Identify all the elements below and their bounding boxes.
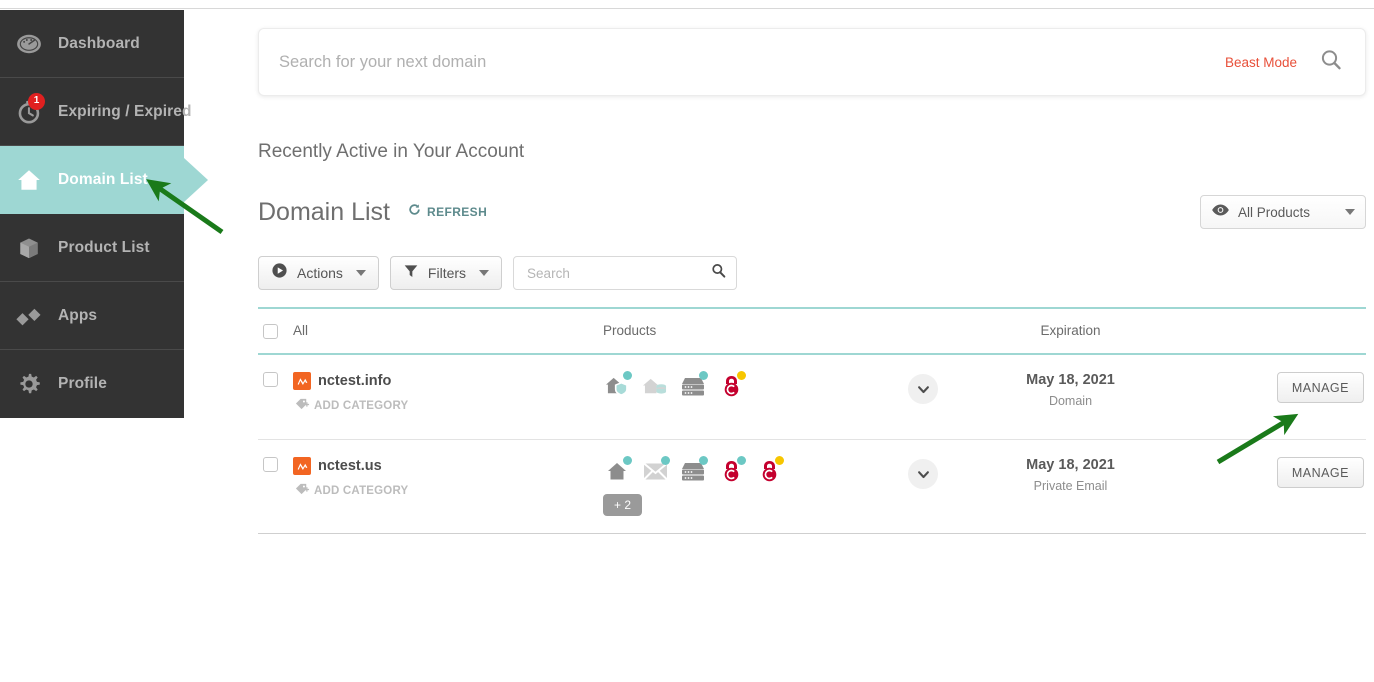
search-icon[interactable]: [1319, 48, 1343, 77]
sidebar-item-apps[interactable]: Apps: [0, 282, 184, 350]
sidebar: Dashboard 1 Expiring / Expired Domain Li…: [0, 10, 191, 418]
sidebar-item-label: Domain List: [58, 170, 148, 188]
filters-button[interactable]: Filters: [389, 256, 503, 290]
email-envelope-icon[interactable]: [641, 456, 670, 484]
row-checkbox[interactable]: [263, 372, 278, 387]
domain-house-icon[interactable]: [603, 456, 632, 484]
header-products: Products: [603, 323, 657, 338]
table-row: nctest.info ADD CATEGORY May 18, 2021 Do…: [258, 355, 1366, 440]
chevron-down-icon: [355, 270, 366, 276]
stopwatch-icon: 1: [14, 92, 45, 127]
row-checkbox[interactable]: [263, 457, 278, 472]
table-search-input[interactable]: [525, 264, 712, 282]
sidebar-item-label: Dashboard: [58, 34, 140, 52]
expiration-type: Domain: [1048, 394, 1093, 408]
domain-search-input[interactable]: [277, 51, 1225, 73]
main-content: Beast Mode Recently Active in Your Accou…: [258, 10, 1366, 534]
status-dot: [623, 371, 632, 380]
refresh-icon: [408, 203, 421, 221]
funnel-icon: [403, 263, 419, 284]
sidebar-item-dashboard[interactable]: Dashboard: [0, 10, 184, 78]
expand-row-button[interactable]: [908, 459, 938, 489]
status-dot: [623, 456, 632, 465]
ssl-lock-icon[interactable]: [717, 456, 746, 484]
refresh-button[interactable]: REFRESH: [408, 203, 487, 221]
header-expiration: Expiration: [1040, 323, 1101, 338]
domain-name-link[interactable]: nctest.us: [318, 458, 382, 474]
server-icon[interactable]: [679, 371, 708, 399]
actions-button[interactable]: Actions: [258, 256, 379, 290]
namecheap-logo: [293, 457, 311, 475]
status-dot: [661, 456, 670, 465]
sidebar-item-label: Apps: [58, 306, 98, 324]
gear-icon: [14, 369, 44, 399]
gauge-icon: [14, 29, 44, 59]
actions-label: Actions: [297, 265, 343, 281]
add-category-button[interactable]: ADD CATEGORY: [295, 397, 603, 415]
diamonds-icon: [14, 301, 44, 331]
product-icons: [603, 456, 863, 484]
search-icon[interactable]: [711, 263, 727, 284]
select-all-cell: [258, 323, 293, 339]
status-dot: [775, 456, 784, 465]
sidebar-item-expiring-expired[interactable]: 1 Expiring / Expired: [0, 78, 191, 146]
sidebar-item-label: Product List: [58, 238, 150, 256]
expiration-date: May 18, 2021: [1026, 457, 1115, 473]
row-select-cell: [258, 457, 293, 472]
tag-plus-icon: [295, 482, 310, 500]
status-dot: [737, 456, 746, 465]
top-divider: [0, 8, 1374, 9]
row-select-cell: [258, 372, 293, 387]
play-circle-icon: [271, 262, 288, 284]
beast-mode-link[interactable]: Beast Mode: [1225, 55, 1297, 70]
more-products-badge[interactable]: + 2: [603, 494, 643, 516]
table-toolbar: Actions Filters: [258, 256, 1366, 290]
ssl-lock-icon[interactable]: [755, 456, 784, 484]
sidebar-item-profile[interactable]: Profile: [0, 350, 184, 418]
status-dot: [699, 456, 708, 465]
add-category-label: ADD CATEGORY: [314, 485, 409, 497]
status-dot: [737, 371, 746, 380]
page-title: Domain List: [258, 197, 390, 226]
house-icon: [14, 165, 44, 195]
chevron-down-icon: [1345, 209, 1355, 215]
manage-button[interactable]: MANAGE: [1276, 372, 1364, 403]
expand-row-button[interactable]: [908, 374, 938, 404]
filters-label: Filters: [427, 265, 467, 281]
section-subtitle: Recently Active in Your Account: [258, 141, 525, 162]
hosting-house-icon[interactable]: [641, 373, 669, 399]
table-row: nctest.us ADD CATEGORY + 2 May 18, 2021 …: [258, 440, 1366, 534]
badge-count: 1: [28, 92, 45, 110]
namecheap-logo: [293, 372, 311, 390]
domain-table: All Products Expiration nctest.info ADD …: [258, 307, 1366, 534]
header-all: All: [293, 323, 309, 338]
status-dot: [699, 371, 708, 380]
list-header: Domain List REFRESH All Products: [258, 195, 1366, 229]
chevron-down-icon: [479, 270, 490, 276]
ssl-lock-icon[interactable]: [717, 371, 746, 399]
server-icon[interactable]: [679, 456, 708, 484]
domain-name-link[interactable]: nctest.info: [318, 373, 391, 389]
select-all-checkbox[interactable]: [263, 323, 278, 339]
eye-icon: [1211, 203, 1230, 222]
refresh-label: REFRESH: [427, 205, 488, 219]
add-category-label: ADD CATEGORY: [314, 400, 409, 412]
sidebar-item-product-list[interactable]: Product List: [0, 214, 184, 282]
domain-shield-icon[interactable]: [603, 371, 632, 399]
add-category-button[interactable]: ADD CATEGORY: [295, 482, 603, 500]
expiration-type: Private Email: [1033, 479, 1108, 493]
sidebar-item-label: Expiring / Expired: [58, 102, 192, 120]
table-header-row: All Products Expiration: [258, 307, 1366, 355]
box-icon: [14, 233, 44, 263]
sidebar-item-domain-list[interactable]: Domain List: [0, 146, 184, 214]
sidebar-item-label: Profile: [58, 375, 107, 392]
product-icons: [603, 371, 863, 399]
hero-search-bar[interactable]: Beast Mode: [258, 28, 1366, 96]
products-filter-dropdown[interactable]: All Products: [1200, 195, 1366, 229]
expiration-date: May 18, 2021: [1026, 372, 1115, 388]
products-filter-label: All Products: [1238, 204, 1311, 220]
table-search-box[interactable]: [513, 256, 738, 290]
manage-button[interactable]: MANAGE: [1276, 457, 1364, 488]
tag-plus-icon: [295, 397, 310, 415]
